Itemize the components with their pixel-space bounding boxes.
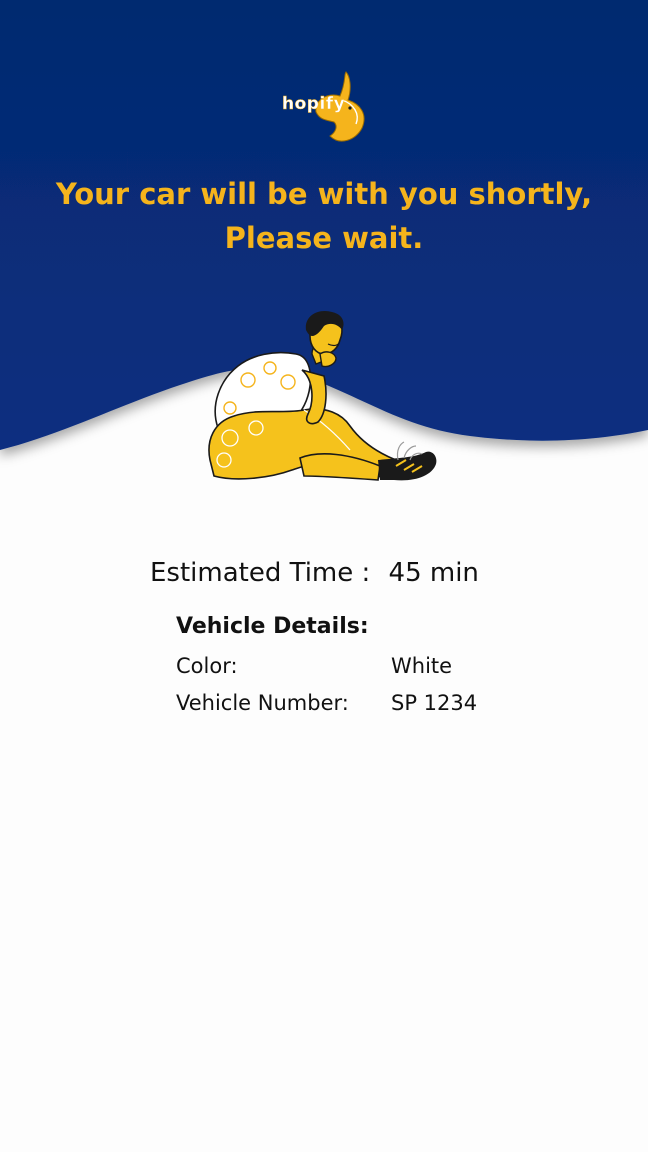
brand-logo: hopify: [276, 70, 372, 150]
waiting-screen: hopify Your car will be with you shortly…: [0, 0, 648, 1152]
estimated-time: Estimated Time : 45 min: [150, 558, 479, 588]
vehicle-color-row: Color: White: [176, 648, 496, 685]
vehicle-color-value: White: [391, 654, 453, 678]
brand-logo-text: hopify: [282, 94, 346, 114]
page-title-line-2: Please wait.: [224, 221, 424, 255]
vehicle-details-title: Vehicle Details:: [176, 614, 369, 639]
vehicle-number-label: Vehicle Number:: [176, 691, 349, 715]
estimated-time-value: 45 min: [388, 558, 479, 588]
vehicle-number-value: SP 1234: [391, 691, 478, 715]
waiting-person-illustration: [208, 310, 437, 481]
page-title: Your car will be with you shortly, Pleas…: [0, 172, 648, 260]
page-title-line-1: Your car will be with you shortly,: [55, 177, 593, 211]
estimated-time-label: Estimated Time :: [150, 558, 371, 588]
vehicle-color-label: Color:: [176, 654, 238, 678]
vehicle-number-row: Vehicle Number: SP 1234: [176, 685, 496, 722]
vehicle-details: Vehicle Details: Color: White Vehicle Nu…: [176, 612, 496, 722]
